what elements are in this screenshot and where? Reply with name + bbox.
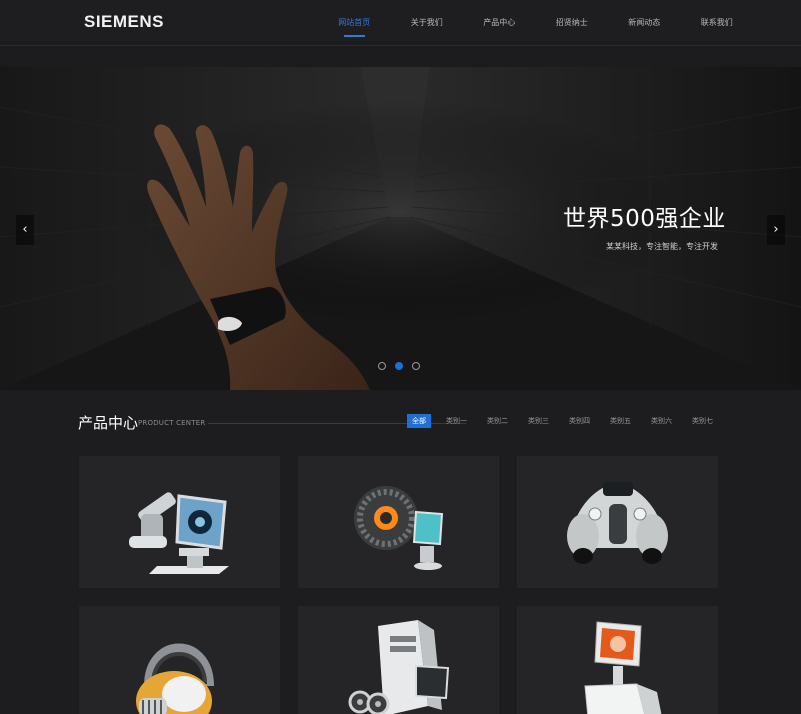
robot-computer-icon bbox=[129, 492, 229, 574]
header-spacer bbox=[0, 47, 801, 67]
section-title: 产品中心 bbox=[78, 414, 139, 432]
logo[interactable]: SIEMENS bbox=[84, 12, 164, 32]
tab-category-1[interactable]: 类别一 bbox=[441, 414, 472, 428]
display-kiosk-icon bbox=[584, 621, 662, 714]
tab-category-5[interactable]: 类别五 bbox=[605, 414, 636, 428]
tire-monitor-icon bbox=[354, 486, 444, 570]
tab-category-6[interactable]: 类别六 bbox=[646, 414, 677, 428]
slide-dot-2[interactable] bbox=[395, 362, 403, 370]
tab-category-7[interactable]: 类别七 bbox=[687, 414, 718, 428]
hero-banner: 世界500强企业 某某科技，专注智能，专注开发 ‹ › bbox=[0, 67, 801, 390]
nav-item-careers[interactable]: 招贤纳士 bbox=[536, 0, 609, 46]
pc-tower-icon bbox=[348, 620, 450, 714]
prev-slide-button[interactable]: ‹ bbox=[16, 215, 34, 245]
product-card[interactable] bbox=[298, 456, 499, 588]
banner-subtitle: 某某科技，专注智能，专注开发 bbox=[606, 242, 718, 251]
main-nav: 网站首页 关于我们 产品中心 招贤纳士 新闻动态 联系我们 bbox=[318, 0, 753, 46]
nav-item-contact[interactable]: 联系我们 bbox=[681, 0, 754, 46]
nav-item-news[interactable]: 新闻动态 bbox=[608, 0, 681, 46]
category-tabs: 全部 类别一 类别二 类别三 类别四 类别五 类别六 类别七 bbox=[407, 414, 728, 428]
product-card[interactable] bbox=[298, 606, 499, 714]
headphones-icon bbox=[136, 643, 214, 714]
product-card[interactable] bbox=[517, 456, 718, 588]
product-card[interactable] bbox=[517, 606, 718, 714]
product-card[interactable] bbox=[79, 456, 280, 588]
chevron-right-icon: › bbox=[773, 222, 779, 237]
tab-all[interactable]: 全部 bbox=[407, 414, 431, 428]
slide-indicator bbox=[378, 362, 420, 370]
section-subtitle: PRODUCT CENTER bbox=[138, 419, 206, 427]
slide-dot-3[interactable] bbox=[412, 362, 420, 370]
banner-title: 世界500强企业 bbox=[563, 206, 726, 232]
site-header: SIEMENS 网站首页 关于我们 产品中心 招贤纳士 新闻动态 联系我们 bbox=[0, 0, 801, 46]
slide-dot-1[interactable] bbox=[378, 362, 386, 370]
nav-item-home[interactable]: 网站首页 bbox=[318, 0, 391, 46]
nav-item-products[interactable]: 产品中心 bbox=[463, 0, 536, 46]
nav-item-about[interactable]: 关于我们 bbox=[391, 0, 464, 46]
product-center-header: 产品中心 PRODUCT CENTER 全部 类别一 类别二 类别三 类别四 类… bbox=[78, 412, 720, 432]
vintage-car-icon bbox=[567, 482, 668, 564]
tab-category-3[interactable]: 类别三 bbox=[523, 414, 554, 428]
next-slide-button[interactable]: › bbox=[767, 215, 785, 245]
chevron-left-icon: ‹ bbox=[22, 222, 28, 237]
product-card[interactable] bbox=[79, 606, 280, 714]
tab-category-2[interactable]: 类别二 bbox=[482, 414, 513, 428]
tab-category-4[interactable]: 类别四 bbox=[564, 414, 595, 428]
